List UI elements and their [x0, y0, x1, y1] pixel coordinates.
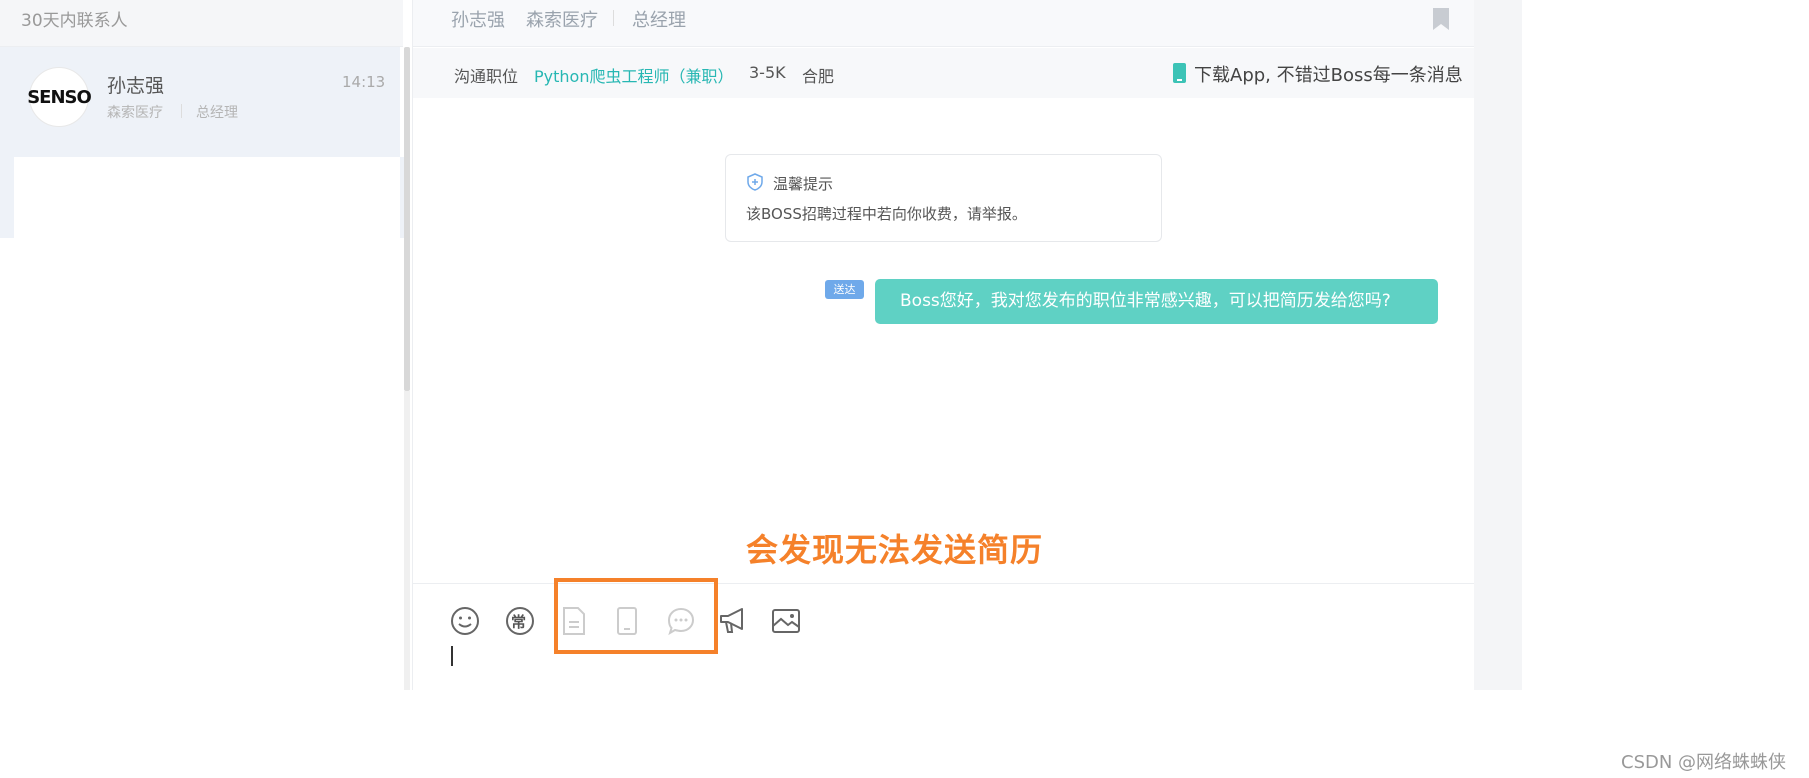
- status-badge: 送达: [825, 280, 864, 299]
- common-phrases-button[interactable]: 常: [503, 604, 537, 638]
- notice-button[interactable]: [716, 604, 750, 638]
- contact-name: 孙志强: [107, 75, 165, 97]
- job-city: 合肥: [802, 67, 835, 86]
- resume-icon: [563, 607, 585, 635]
- bookmark-icon[interactable]: [1431, 8, 1451, 30]
- scrollbar-thumb[interactable]: [404, 47, 410, 391]
- divider: [613, 10, 614, 26]
- job-label: 沟通职位: [454, 67, 519, 86]
- contact-company: 森索医疗: [107, 105, 163, 121]
- send-resume-button[interactable]: [557, 604, 591, 638]
- annotation-text: 会发现无法发送简历: [746, 531, 1044, 569]
- tip-text: 该BOSS招聘过程中若向你收费，请举报。: [746, 205, 1027, 223]
- phone-app-icon: [1173, 63, 1186, 83]
- contact-role: 总经理: [196, 105, 238, 121]
- chat-header-name: 孙志强: [451, 10, 505, 31]
- contacts-title: 30天内联系人: [21, 11, 128, 31]
- avatar: SENSO: [27, 67, 92, 127]
- emoji-button[interactable]: [448, 604, 482, 638]
- image-icon: [772, 609, 800, 633]
- job-bar: 沟通职位 Python爬虫工程师（兼职） 3-5K 合肥 下载App, 不错过B…: [413, 48, 1475, 98]
- common-phrases-label: 常: [511, 613, 527, 631]
- contact-list-item[interactable]: SENSO 孙志强 14:13 森索医疗 总经理: [0, 47, 400, 157]
- chat-header: 孙志强 森索医疗 总经理: [413, 0, 1475, 47]
- send-image-button[interactable]: [769, 604, 803, 638]
- megaphone-icon: [720, 608, 743, 633]
- right-sidebar: [1474, 0, 1522, 690]
- contact-time: 14:13: [342, 73, 386, 91]
- divider: [181, 104, 182, 118]
- list-empty-area: [14, 157, 400, 238]
- chat-header-company: 森索医疗: [526, 10, 598, 31]
- watermark: CSDN @网络蛛蛛侠: [1621, 752, 1787, 773]
- text-cursor[interactable]: [451, 646, 453, 666]
- exchange-wechat-button[interactable]: [664, 604, 698, 638]
- list-background: [0, 157, 14, 238]
- chat-panel: 孙志强 森索医疗 总经理 沟通职位 Python爬虫工程师（兼职） 3-5K 合…: [412, 0, 1475, 690]
- contacts-panel: 30天内联系人 SENSO 孙志强 14:13 森索医疗 总经理: [0, 0, 412, 690]
- job-salary: 3-5K: [749, 63, 786, 82]
- message-input-area[interactable]: 常: [413, 578, 1475, 690]
- chat-header-role: 总经理: [632, 10, 686, 31]
- exchange-phone-button[interactable]: [610, 604, 644, 638]
- emoji-icon: [451, 607, 479, 635]
- contacts-header: 30天内联系人: [0, 0, 403, 47]
- tip-title: 温馨提示: [773, 175, 834, 193]
- download-app-link[interactable]: 下载App, 不错过Boss每一条消息: [1194, 61, 1463, 87]
- shield-icon: [747, 173, 763, 191]
- message-bubble: Boss您好，我对您发布的职位非常感兴趣，可以把简历发给您吗?: [875, 279, 1438, 324]
- tip-card: 温馨提示 该BOSS招聘过程中若向你收费，请举报。: [725, 154, 1162, 242]
- job-title-link[interactable]: Python爬虫工程师（兼职）: [534, 63, 733, 87]
- phone-icon: [617, 607, 637, 635]
- scrollbar-track[interactable]: [404, 391, 410, 690]
- wechat-icon: [667, 607, 695, 636]
